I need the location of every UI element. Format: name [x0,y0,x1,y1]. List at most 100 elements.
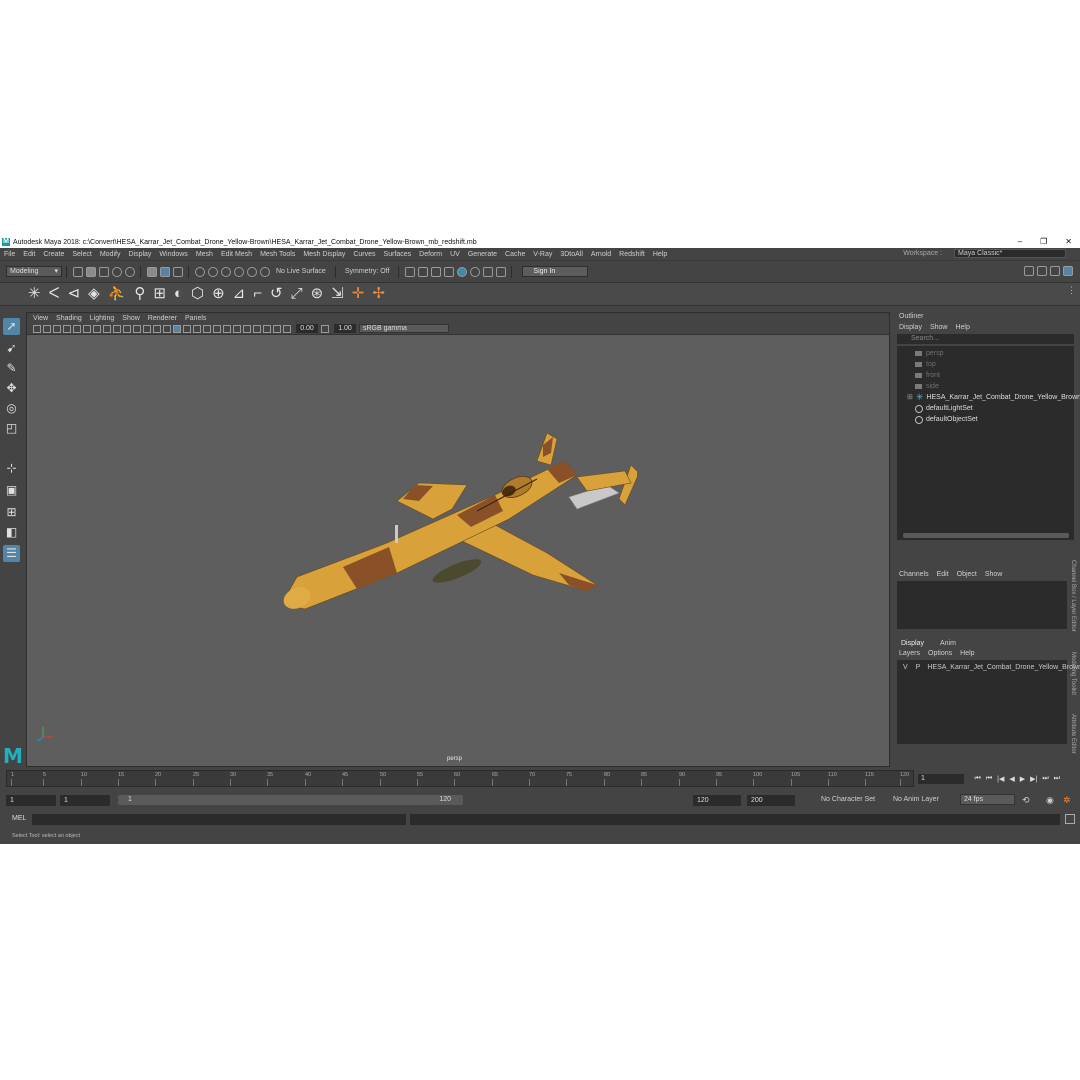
constraint-scale-icon[interactable]: ⤢ [291,286,303,302]
menu-select[interactable]: Select [72,251,91,258]
animation-start-field[interactable]: 1 [6,794,56,806]
outliner-item-front[interactable]: front [897,370,1074,381]
isolate-select-icon[interactable] [243,324,251,333]
depth-of-field-icon[interactable] [233,324,241,333]
exposure-icon[interactable] [283,324,291,333]
outliner-layout-icon[interactable]: ☰ [3,545,20,562]
fps-dropdown[interactable]: 24 fps [960,794,1015,805]
show-outliner-icon[interactable] [1023,266,1034,276]
menu-surfaces[interactable]: Surfaces [384,251,412,258]
outliner-item-persp[interactable]: persp [897,348,1074,359]
field-chart-icon[interactable] [113,324,121,333]
render-sequence-icon[interactable] [417,266,428,277]
ik-handle-icon[interactable]: ᐸ [49,286,60,302]
tab-display[interactable]: Display [901,640,924,647]
symmetry-button[interactable]: Symmetry: Off [345,268,390,275]
lasso-tool-icon[interactable]: ➹ [3,340,20,357]
side-tab-channel-box[interactable]: Channel Box / Layer Editor [1070,560,1076,632]
cb-menu-channels[interactable]: Channels [899,571,929,578]
show-tool-settings-icon[interactable] [1049,266,1060,276]
menu-mesh[interactable]: Mesh [196,251,213,258]
outliner-menu-display[interactable]: Display [899,324,922,331]
auto-key-icon[interactable]: ◉ [1046,795,1054,805]
script-editor-icon[interactable] [1065,814,1075,824]
step-back-key-icon[interactable]: ⏮ [986,775,992,783]
playback-end-field[interactable]: 120 [693,794,741,806]
outliner-menu-help[interactable]: Help [955,324,969,331]
side-tab-attribute-editor[interactable]: Attribute Editor [1070,714,1076,754]
current-frame-field[interactable]: 1 [918,774,964,784]
snap-projected-center-icon[interactable] [233,266,244,277]
command-input[interactable] [32,814,406,825]
menu-mesh-display[interactable]: Mesh Display [303,251,345,258]
channel-box-area[interactable] [897,581,1067,629]
textured-icon[interactable] [173,324,181,333]
xray-icon[interactable] [253,324,261,333]
humanik-icon[interactable]: ⛹ [108,286,127,302]
layer-menu-options[interactable]: Options [928,650,952,657]
play-forwards-icon[interactable]: ▶ [1020,775,1025,783]
step-forward-key-icon[interactable]: ⏭ [1042,775,1048,783]
render-settings-icon[interactable] [443,266,454,277]
vp-menu-renderer[interactable]: Renderer [148,315,177,322]
show-channel-box-icon[interactable] [1062,266,1073,276]
lattice-icon[interactable]: ⊞ [153,286,166,302]
camera-select-icon[interactable] [33,324,41,333]
motion-blur-icon[interactable] [213,324,221,333]
render-view-icon[interactable] [469,266,480,277]
scale-tool-icon[interactable]: ◰ [3,420,20,437]
anim-layer-dropdown[interactable]: No Anim Layer [893,795,939,805]
layer-visibility-toggle[interactable]: V [903,662,908,673]
menu-set-dropdown[interactable]: Modeling ▾ [6,266,62,277]
play-backwards-icon[interactable]: ◀ [1009,775,1014,783]
make-live-icon[interactable] [259,266,270,277]
menu-3dtoall[interactable]: 3DtoAll [560,251,583,258]
step-back-frame-icon[interactable]: |◀ [997,775,1004,783]
gamma-icon[interactable] [321,324,329,333]
cluster-icon[interactable]: ⬡ [191,286,204,302]
constraint-aim-icon[interactable]: ⌐ [253,286,262,302]
vp-menu-panels[interactable]: Panels [185,315,206,322]
layer-menu-layers[interactable]: Layers [899,650,920,657]
new-scene-icon[interactable] [72,266,83,277]
locator-icon[interactable]: ✛ [352,286,365,302]
layer-playback-toggle[interactable]: P [916,662,921,673]
cluster-add-icon[interactable]: ✢ [372,286,385,302]
tab-anim[interactable]: Anim [940,640,956,647]
open-scene-icon[interactable] [85,266,96,277]
preferences-icon[interactable]: ✲ [1063,795,1071,805]
menu-file[interactable]: File [4,251,15,258]
outliner-menu-show[interactable]: Show [930,324,948,331]
film-gate-icon[interactable] [83,324,91,333]
menu-deform[interactable]: Deform [419,251,442,258]
close-button[interactable]: ✕ [1065,236,1072,248]
playback-start-field[interactable]: 1 [60,794,110,806]
go-to-start-icon[interactable]: ⏮ [975,775,981,783]
move-tool-icon[interactable]: ✥ [3,380,20,397]
color-space-dropdown[interactable]: sRGB gamma [359,324,449,333]
safe-title-icon[interactable] [133,324,141,333]
constraint-point-icon[interactable]: ⊿ [233,286,246,302]
render-frame-icon[interactable] [404,266,415,277]
save-scene-icon[interactable] [98,266,109,277]
menu-create[interactable]: Create [43,251,64,258]
select-tool-icon[interactable]: ➚ [3,318,20,335]
animation-end-field[interactable]: 200 [747,794,795,806]
viewport-persp[interactable]: View Shading Lighting Show Renderer Pane… [26,312,890,767]
expand-icon[interactable]: ⊞ [907,392,913,403]
redo-icon[interactable] [124,266,135,277]
constraint-pole-icon[interactable]: ⇲ [331,286,344,302]
menu-arnold[interactable]: Arnold [591,251,611,258]
four-view-icon[interactable]: ⊞ [3,504,20,521]
outliner-item-object-set[interactable]: defaultObjectSet [897,414,1074,425]
menu-redshift[interactable]: Redshift [619,251,645,258]
cb-menu-edit[interactable]: Edit [937,571,949,578]
quick-rig-icon[interactable]: ⚲ [134,286,145,302]
joint-tool-icon[interactable]: ✳ [28,286,41,302]
menu-vray[interactable]: V-Ray [533,251,552,258]
undo-icon[interactable] [111,266,122,277]
outliner-search-input[interactable]: Search... [897,334,1074,344]
shadows-icon[interactable] [193,324,201,333]
xray-joints-icon[interactable] [263,324,271,333]
vp-menu-view[interactable]: View [33,315,48,322]
